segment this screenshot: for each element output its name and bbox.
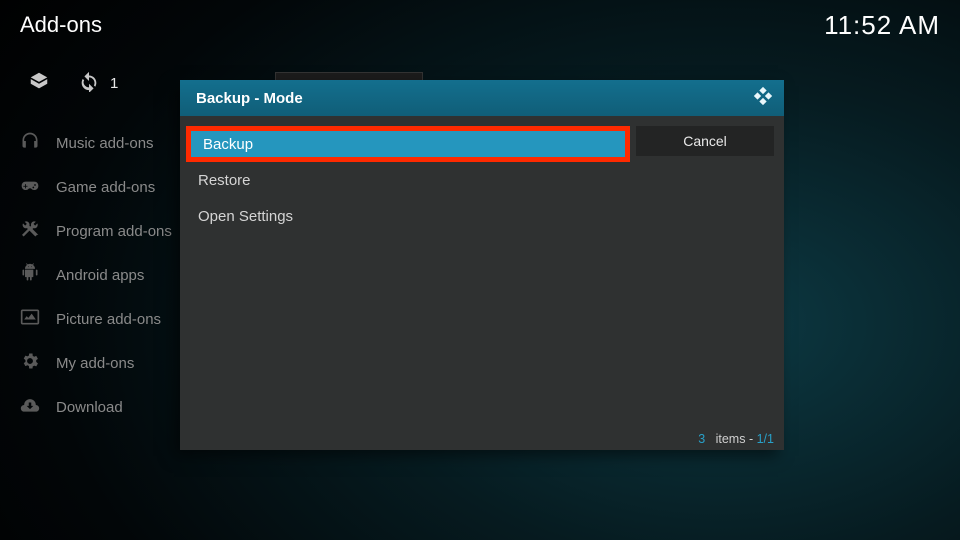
sidebar: 1 Music add-ons Game add-ons Program add…	[0, 70, 200, 439]
dialog-title: Backup - Mode	[196, 90, 303, 107]
sidebar-item-my-addons[interactable]: My add-ons	[20, 351, 200, 375]
gear-icon	[20, 351, 40, 375]
footer-sep: -	[749, 432, 757, 446]
sidebar-item-game-addons[interactable]: Game add-ons	[20, 175, 200, 199]
dialog-buttons: Cancel	[636, 116, 784, 426]
backup-mode-dialog: Backup - Mode Backup Restore Open Settin…	[180, 80, 784, 450]
cancel-button[interactable]: Cancel	[636, 126, 774, 156]
sidebar-item-label: Program add-ons	[56, 223, 172, 240]
box-icon[interactable]	[28, 70, 50, 97]
sidebar-item-program-addons[interactable]: Program add-ons	[20, 219, 200, 243]
footer-page: 1/1	[757, 432, 774, 446]
top-bar: Add-ons 11:52 AM	[0, 0, 960, 50]
footer-items-word: items	[716, 432, 746, 446]
clock: 11:52 AM	[824, 10, 940, 41]
option-backup[interactable]: Backup	[186, 126, 630, 162]
kodi-logo-icon	[752, 85, 774, 112]
footer-count: 3	[698, 432, 705, 446]
update-count: 1	[110, 75, 118, 92]
option-label: Open Settings	[198, 208, 293, 225]
sidebar-item-label: Picture add-ons	[56, 311, 161, 328]
option-label: Restore	[198, 172, 251, 189]
sidebar-item-download[interactable]: Download	[20, 395, 200, 419]
button-label: Cancel	[683, 133, 727, 149]
dialog-footer: 3 items - 1/1	[698, 432, 774, 446]
dialog-body: Backup Restore Open Settings Cancel	[180, 116, 784, 426]
sidebar-item-music-addons[interactable]: Music add-ons	[20, 131, 200, 155]
sidebar-item-label: Download	[56, 399, 123, 416]
gamepad-icon	[20, 175, 40, 199]
tools-icon	[20, 219, 40, 243]
refresh-icon[interactable]	[78, 70, 100, 97]
option-open-settings[interactable]: Open Settings	[186, 198, 630, 234]
sidebar-item-label: Android apps	[56, 267, 144, 284]
sidebar-item-label: Game add-ons	[56, 179, 155, 196]
android-icon	[20, 263, 40, 287]
headphones-icon	[20, 131, 40, 155]
picture-icon	[20, 307, 40, 331]
sidebar-item-picture-addons[interactable]: Picture add-ons	[20, 307, 200, 331]
sidebar-item-label: Music add-ons	[56, 135, 154, 152]
option-restore[interactable]: Restore	[186, 162, 630, 198]
dialog-header: Backup - Mode	[180, 80, 784, 116]
page-title: Add-ons	[20, 12, 102, 38]
sidebar-item-android-apps[interactable]: Android apps	[20, 263, 200, 287]
sidebar-menu: Music add-ons Game add-ons Program add-o…	[20, 131, 200, 419]
dialog-options: Backup Restore Open Settings	[180, 116, 636, 426]
download-icon	[20, 395, 40, 419]
sidebar-actions: 1	[28, 70, 200, 97]
sidebar-item-label: My add-ons	[56, 355, 134, 372]
option-label: Backup	[203, 136, 253, 153]
